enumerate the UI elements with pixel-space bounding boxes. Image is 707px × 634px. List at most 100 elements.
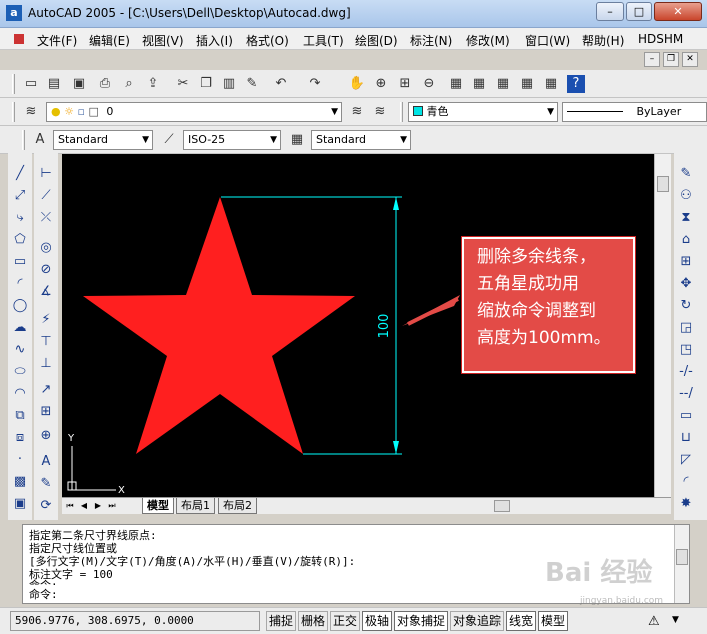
- menu-edit[interactable]: 编辑(E): [89, 32, 130, 49]
- center-mark-icon[interactable]: ⊕: [38, 428, 54, 444]
- autocad-app-icon[interactable]: a: [6, 5, 22, 21]
- array-icon[interactable]: ⊞: [678, 254, 694, 270]
- status-menu-chevron-icon[interactable]: ▼: [672, 615, 679, 625]
- layer-manager-icon[interactable]: ≋: [22, 103, 40, 121]
- table-style-dropdown[interactable]: Standard ▼: [311, 130, 411, 150]
- stretch-icon[interactable]: ◳: [678, 342, 694, 358]
- toolbar-grip[interactable]: [12, 74, 15, 94]
- extend-icon[interactable]: --/: [678, 386, 694, 402]
- undo-icon[interactable]: ↶: [272, 75, 290, 93]
- copy-icon[interactable]: ❐: [197, 75, 215, 93]
- menu-insert[interactable]: 插入(I): [196, 32, 233, 49]
- horizontal-scrollbar-thumb[interactable]: [494, 500, 510, 512]
- spline-icon[interactable]: ∿: [12, 342, 28, 358]
- communication-center-icon[interactable]: ⚠: [648, 614, 660, 629]
- otrack-toggle[interactable]: 对象追踪: [450, 611, 504, 631]
- angular-dimension-icon[interactable]: ∡: [38, 284, 54, 300]
- revision-cloud-icon[interactable]: ☁: [12, 320, 28, 336]
- baseline-dimension-icon[interactable]: ⊤: [38, 334, 54, 350]
- erase-icon[interactable]: ✎: [678, 166, 694, 182]
- arc-icon[interactable]: ◜: [12, 276, 28, 292]
- save-icon[interactable]: ▣: [70, 75, 88, 93]
- tolerance-icon[interactable]: ⊞: [38, 404, 54, 420]
- tab-layout1[interactable]: 布局1: [176, 498, 215, 514]
- ordinate-dimension-icon[interactable]: ⤫: [38, 210, 54, 226]
- open-icon[interactable]: ▤: [45, 75, 63, 93]
- lineweight-toggle[interactable]: 线宽: [506, 611, 536, 631]
- previous-tab-icon[interactable]: ◀: [78, 500, 90, 512]
- minimize-button[interactable]: –: [596, 2, 624, 21]
- dimension-style-dropdown[interactable]: ISO-25 ▼: [183, 130, 281, 150]
- circle-icon[interactable]: ◯: [12, 298, 28, 314]
- trim-icon[interactable]: -/-: [678, 364, 694, 380]
- model-toggle[interactable]: 模型: [538, 611, 568, 631]
- zoom-previous-icon[interactable]: ⊖: [420, 75, 438, 93]
- move-icon[interactable]: ✥: [678, 276, 694, 292]
- vertical-scrollbar[interactable]: [654, 154, 671, 497]
- last-tab-icon[interactable]: ⏭: [106, 500, 118, 512]
- coordinate-readout[interactable]: 5906.9776, 308.6975, 0.0000: [10, 611, 260, 631]
- tab-layout2[interactable]: 布局2: [218, 498, 257, 514]
- fillet-icon[interactable]: ◜: [678, 474, 694, 490]
- menu-help[interactable]: 帮助(H): [582, 32, 624, 49]
- dimension-style-icon[interactable]: ⟋: [160, 131, 178, 149]
- radius-dimension-icon[interactable]: ◎: [38, 240, 54, 256]
- layer-previous-icon[interactable]: ≋: [371, 103, 389, 121]
- toolbar-grip[interactable]: [12, 102, 15, 122]
- zoom-window-icon[interactable]: ⊞: [396, 75, 414, 93]
- break-icon[interactable]: ⊔: [678, 430, 694, 446]
- break-at-point-icon[interactable]: ▭: [678, 408, 694, 424]
- scale-icon[interactable]: ◲: [678, 320, 694, 336]
- close-button[interactable]: ✕: [654, 2, 702, 21]
- linear-dimension-icon[interactable]: ⊢: [38, 166, 54, 182]
- pan-icon[interactable]: ✋: [348, 75, 366, 93]
- point-icon[interactable]: ·: [12, 452, 28, 468]
- doc-close-button[interactable]: ✕: [682, 52, 698, 67]
- help-icon[interactable]: ?: [567, 75, 585, 93]
- menu-modify[interactable]: 修改(M): [466, 32, 510, 49]
- command-scrollbar[interactable]: [674, 525, 689, 603]
- mirror-icon[interactable]: ⧗: [678, 210, 694, 226]
- chamfer-icon[interactable]: ◸: [678, 452, 694, 468]
- preview-icon[interactable]: ⌕: [120, 75, 138, 93]
- linetype-dropdown[interactable]: ByLayer: [562, 102, 707, 122]
- doc-restore-button[interactable]: ❐: [663, 52, 679, 67]
- ellipse-icon[interactable]: ⬭: [12, 364, 28, 380]
- menu-tools[interactable]: 工具(T): [303, 32, 344, 49]
- diameter-dimension-icon[interactable]: ⊘: [38, 262, 54, 278]
- next-tab-icon[interactable]: ▶: [92, 500, 104, 512]
- doc-minimize-button[interactable]: –: [644, 52, 660, 67]
- publish-icon[interactable]: ⇪: [144, 75, 162, 93]
- redo-icon[interactable]: ↷: [306, 75, 324, 93]
- menu-format[interactable]: 格式(O): [246, 32, 289, 49]
- command-scrollbar-thumb[interactable]: [676, 549, 688, 565]
- polygon-icon[interactable]: ⬠: [12, 232, 28, 248]
- cut-icon[interactable]: ✂: [174, 75, 192, 93]
- quick-leader-icon[interactable]: ↗: [38, 382, 54, 398]
- ortho-toggle[interactable]: 正交: [330, 611, 360, 631]
- make-block-icon[interactable]: ⧈: [12, 430, 28, 446]
- print-icon[interactable]: ⎙: [96, 75, 114, 93]
- dimension-text-edit-icon[interactable]: ✎: [38, 476, 54, 492]
- construction-line-icon[interactable]: ⤢: [12, 188, 28, 204]
- hatch-icon[interactable]: ▩: [12, 474, 28, 490]
- make-object-layer-current-icon[interactable]: ≋: [348, 103, 366, 121]
- layer-dropdown[interactable]: ● ☼ ▫ □ 0 ▼: [46, 102, 342, 122]
- menu-hdshm[interactable]: HDSHM: [638, 32, 683, 46]
- scrollbar-thumb[interactable]: [657, 176, 669, 192]
- menu-file[interactable]: 文件(F): [37, 32, 77, 49]
- copy-object-icon[interactable]: ⚇: [678, 188, 694, 204]
- maximize-button[interactable]: □: [626, 2, 652, 21]
- rotate-icon[interactable]: ↻: [678, 298, 694, 314]
- match-properties-icon[interactable]: ✎: [243, 75, 261, 93]
- line-icon[interactable]: ╱: [12, 166, 28, 182]
- quick-dimension-icon[interactable]: ⚡: [38, 312, 54, 328]
- paste-icon[interactable]: ▥: [220, 75, 238, 93]
- table-style-icon[interactable]: ▦: [288, 131, 306, 149]
- grid-toggle[interactable]: 栅格: [298, 611, 328, 631]
- color-dropdown[interactable]: 青色 ▼: [408, 102, 558, 122]
- markup-icon[interactable]: ▦: [542, 75, 560, 93]
- document-icon[interactable]: [14, 34, 24, 44]
- menu-window[interactable]: 窗口(W): [525, 32, 570, 49]
- continue-dimension-icon[interactable]: ⊥: [38, 356, 54, 372]
